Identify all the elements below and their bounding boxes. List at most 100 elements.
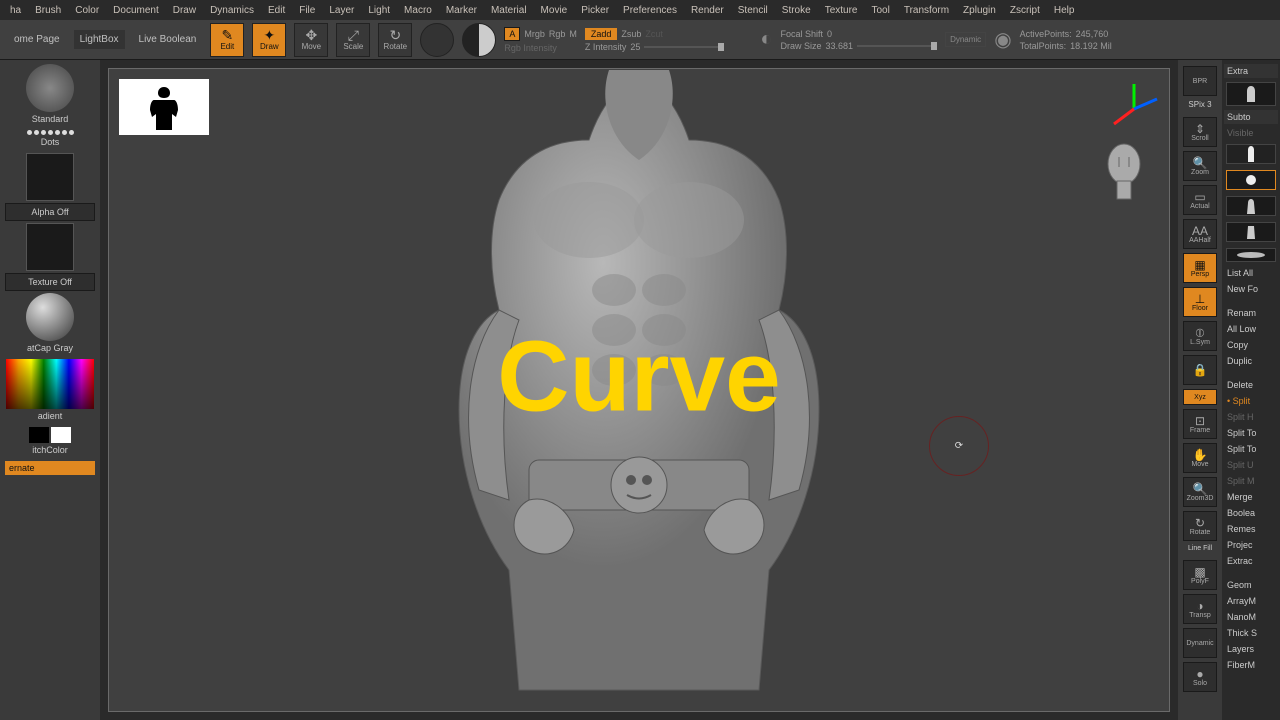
focal-shift-value[interactable]: 0: [827, 29, 832, 39]
xyz-button[interactable]: Xyz: [1183, 389, 1217, 405]
subtool-row-active[interactable]: [1226, 170, 1276, 190]
menu-item[interactable]: Light: [362, 3, 396, 18]
draw-size-slider[interactable]: [857, 45, 937, 47]
menu-item[interactable]: Marker: [440, 3, 483, 18]
menu-item[interactable]: Picker: [575, 3, 615, 18]
subtool-row[interactable]: [1226, 144, 1276, 164]
persp-button[interactable]: ▦Persp: [1183, 253, 1217, 283]
menu-item[interactable]: Stroke: [776, 3, 817, 18]
layers-header[interactable]: Layers: [1224, 642, 1278, 656]
menu-item[interactable]: Movie: [535, 3, 574, 18]
polyf-button[interactable]: ▩PolyF: [1183, 560, 1217, 590]
split-header[interactable]: • Split: [1224, 394, 1278, 408]
zcut-button[interactable]: Zcut: [645, 29, 663, 39]
menu-item[interactable]: Preferences: [617, 3, 683, 18]
sculptris-button[interactable]: [462, 23, 496, 57]
edit-mode-button[interactable]: ✎Edit: [210, 23, 244, 57]
draw-mode-button[interactable]: ✦Draw: [252, 23, 286, 57]
menu-item[interactable]: Zscript: [1004, 3, 1046, 18]
menu-item[interactable]: Zplugin: [957, 3, 1002, 18]
all-low-button[interactable]: All Low: [1224, 322, 1278, 336]
bpr-button[interactable]: BPR: [1183, 66, 1217, 96]
alternate-button[interactable]: ernate: [5, 461, 95, 475]
remesh-header[interactable]: Remes: [1224, 522, 1278, 536]
viewport-canvas[interactable]: Curve: [108, 68, 1170, 712]
menu-item[interactable]: Material: [485, 3, 533, 18]
z-intensity-value[interactable]: 25: [630, 42, 640, 52]
menu-item[interactable]: Draw: [167, 3, 202, 18]
zadd-button[interactable]: Zadd: [585, 28, 618, 40]
actual-button[interactable]: ▭Actual: [1183, 185, 1217, 215]
menu-item[interactable]: Stencil: [732, 3, 774, 18]
subtool-row[interactable]: [1226, 222, 1276, 242]
menu-item[interactable]: Brush: [29, 3, 67, 18]
menu-item[interactable]: Help: [1048, 3, 1081, 18]
move3d-button[interactable]: ✋Move: [1183, 443, 1217, 473]
rgb-button[interactable]: Rgb: [549, 29, 566, 39]
menu-item[interactable]: Render: [685, 3, 730, 18]
dynamic-shelf-button[interactable]: Dynamic: [1183, 628, 1217, 658]
scroll-button[interactable]: ⇕Scroll: [1183, 117, 1217, 147]
color-swatches[interactable]: [29, 427, 71, 443]
document-thumbnail[interactable]: [119, 79, 209, 135]
swatch-white[interactable]: [51, 427, 71, 443]
geometry-header[interactable]: Geom: [1224, 578, 1278, 592]
menu-item[interactable]: Macro: [398, 3, 438, 18]
floor-button[interactable]: ⊥Floor: [1183, 287, 1217, 317]
menu-item[interactable]: Texture: [819, 3, 864, 18]
tool-thumbnail[interactable]: [1226, 82, 1276, 106]
stroke-thumbnail[interactable]: [27, 130, 74, 135]
dynamic-button[interactable]: Dynamic: [945, 32, 986, 47]
z-intensity-slider[interactable]: [644, 46, 724, 48]
alpha-off-button[interactable]: Alpha Off: [5, 203, 95, 221]
menu-item[interactable]: File: [293, 3, 321, 18]
brush-thumbnail[interactable]: [26, 64, 74, 112]
fibermesh-header[interactable]: FiberM: [1224, 658, 1278, 672]
copy-button[interactable]: Copy: [1224, 338, 1278, 352]
m-button[interactable]: M: [569, 29, 577, 39]
split-to-similar-button[interactable]: Split To: [1224, 426, 1278, 440]
rename-button[interactable]: Renam: [1224, 306, 1278, 320]
menu-item[interactable]: Tool: [865, 3, 895, 18]
delete-button[interactable]: Delete: [1224, 378, 1278, 392]
subtool-row[interactable]: [1226, 248, 1276, 262]
extract-header[interactable]: Extrac: [1224, 554, 1278, 568]
project-header[interactable]: Projec: [1224, 538, 1278, 552]
split-hidden-button[interactable]: Split H: [1224, 410, 1278, 424]
menu-item[interactable]: Color: [69, 3, 105, 18]
material-thumbnail[interactable]: [26, 293, 74, 341]
menu-item[interactable]: Dynamics: [204, 3, 260, 18]
lightbox-button[interactable]: LightBox: [74, 30, 125, 49]
zoom-button[interactable]: 🔍Zoom: [1183, 151, 1217, 181]
frame-button[interactable]: ⊡Frame: [1183, 409, 1217, 439]
swatch-black[interactable]: [29, 427, 49, 443]
menu-item[interactable]: ha: [4, 3, 27, 18]
nanomesh-header[interactable]: NanoM: [1224, 610, 1278, 624]
lock-button[interactable]: 🔒: [1183, 355, 1217, 385]
split-to-parts-button[interactable]: Split To: [1224, 442, 1278, 456]
switch-color-button[interactable]: itchColor: [32, 445, 68, 455]
gradient-label[interactable]: adient: [38, 411, 63, 421]
alpha-thumbnail[interactable]: [26, 153, 74, 201]
zsub-button[interactable]: Zsub: [621, 29, 641, 39]
aahalf-button[interactable]: AAAAHalf: [1183, 219, 1217, 249]
split-unmasked-button[interactable]: Split U: [1224, 458, 1278, 472]
menu-item[interactable]: Document: [107, 3, 165, 18]
split-masked-button[interactable]: Split M: [1224, 474, 1278, 488]
boolean-header[interactable]: Boolea: [1224, 506, 1278, 520]
menu-item[interactable]: Edit: [262, 3, 291, 18]
camera-head-gizmo[interactable]: [1099, 139, 1149, 209]
linefill-label[interactable]: Line Fill: [1188, 545, 1212, 552]
move-mode-button[interactable]: ✥Move: [294, 23, 328, 57]
thickskin-header[interactable]: Thick S: [1224, 626, 1278, 640]
mrgb-button[interactable]: Mrgb: [524, 29, 545, 39]
new-folder-button[interactable]: New Fo: [1224, 282, 1278, 296]
texture-thumbnail[interactable]: [26, 223, 74, 271]
lsym-button[interactable]: ⦶L.Sym: [1183, 321, 1217, 351]
gizmo-button[interactable]: [420, 23, 454, 57]
menu-item[interactable]: Transform: [898, 3, 955, 18]
extra-header[interactable]: Extra: [1224, 64, 1278, 78]
merge-header[interactable]: Merge: [1224, 490, 1278, 504]
axis-gizmo[interactable]: [1109, 79, 1159, 129]
duplicate-button[interactable]: Duplic: [1224, 354, 1278, 368]
